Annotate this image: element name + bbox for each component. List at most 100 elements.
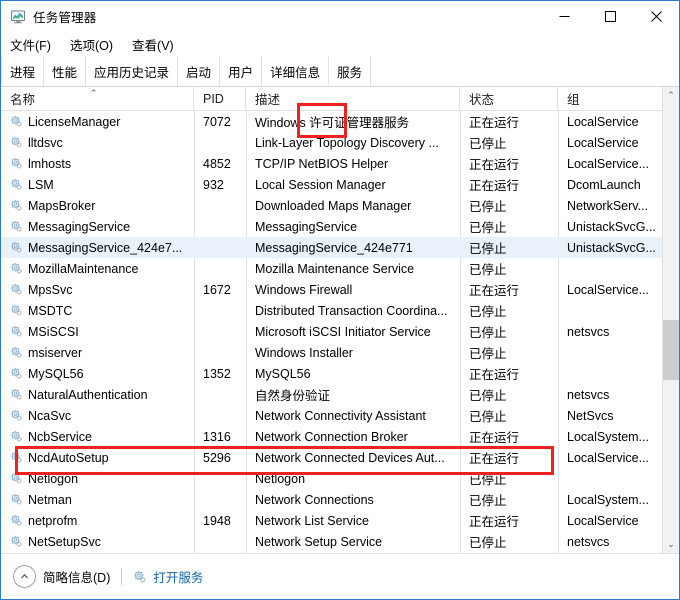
cell-pid bbox=[194, 300, 246, 321]
table-row[interactable]: MessagingService MessagingService 已停止 Unist… bbox=[1, 216, 679, 237]
cell-status: 正在运行 bbox=[469, 368, 520, 382]
cell-pid bbox=[194, 531, 246, 552]
table-row[interactable]: MSDTC Distributed Transaction Coordina...… bbox=[1, 300, 679, 321]
column-header-description[interactable]: 描述 bbox=[246, 87, 460, 110]
service-name-label: NaturalAuthentication bbox=[28, 387, 148, 402]
gear-icon bbox=[10, 178, 23, 191]
cell-status: 正在运行 bbox=[469, 179, 520, 193]
column-header-name[interactable]: 名称 ⌃ bbox=[1, 87, 194, 110]
service-name-label: NcaSvc bbox=[28, 408, 72, 423]
table-row[interactable]: MSiSCSI Microsoft iSCSI Initiator Service… bbox=[1, 321, 679, 342]
tab-users[interactable]: 用户 bbox=[220, 56, 263, 86]
table-row[interactable]: LSM 932 Local Session Manager 正在运行 DcomLaunc… bbox=[1, 174, 679, 195]
table-row[interactable]: netprofm 1948 Network List Service 正在运行 Loca… bbox=[1, 510, 679, 531]
tab-strip-container: 进程 性能 应用历史记录 启动 用户 详细信息 服务 bbox=[1, 56, 679, 138]
cell-description: Windows Installer bbox=[255, 345, 353, 360]
tab-details[interactable]: 详细信息 bbox=[262, 56, 330, 86]
tab-services[interactable]: 服务 bbox=[329, 56, 372, 86]
cell-status: 已停止 bbox=[469, 242, 507, 256]
vertical-scrollbar[interactable]: ⌃ ⌄ bbox=[662, 87, 679, 553]
cell-pid bbox=[194, 258, 246, 279]
service-name-label: MessagingService_424e7... bbox=[28, 240, 183, 255]
table-row[interactable]: lltdsvc Link-Layer Topology Discovery ...… bbox=[1, 132, 679, 153]
gear-icon bbox=[10, 283, 23, 296]
tab-app-history[interactable]: 应用历史记录 bbox=[86, 56, 179, 86]
service-name-label: Netman bbox=[28, 492, 72, 507]
column-header-pid[interactable]: PID bbox=[194, 87, 246, 110]
gear-icon bbox=[10, 430, 23, 443]
table-row[interactable]: msiserver Windows Installer 已停止 bbox=[1, 342, 679, 363]
service-name-label: lltdsvc bbox=[28, 135, 63, 150]
scrollbar-thumb[interactable] bbox=[662, 320, 679, 380]
table-row[interactable]: NcdAutoSetup 5296 Network Connected Device… bbox=[1, 447, 679, 468]
scroll-down-button[interactable]: ⌄ bbox=[663, 536, 680, 553]
cell-status: 已停止 bbox=[469, 305, 507, 319]
menu-view[interactable]: 查看(V) bbox=[132, 35, 174, 54]
table-row[interactable]: NetSetupSvc Network Setup Service 已停止 netsv… bbox=[1, 531, 679, 552]
table-row[interactable]: lmhosts 4852 TCP/IP NetBIOS Helper 正在运行 Loca… bbox=[1, 153, 679, 174]
cell-group: DcomLaunch bbox=[567, 177, 641, 192]
cell-group bbox=[558, 363, 664, 384]
cell-description: MessagingService bbox=[255, 219, 358, 234]
scroll-up-button[interactable]: ⌃ bbox=[663, 87, 680, 104]
menu-options[interactable]: 选项(O) bbox=[70, 35, 113, 54]
table-row[interactable]: NaturalAuthentication 自然身份验证 已停止 netsvcs bbox=[1, 384, 679, 405]
gear-icon bbox=[10, 493, 23, 506]
column-header-status[interactable]: 状态 bbox=[460, 87, 558, 110]
cell-status: 正在运行 bbox=[469, 116, 520, 130]
column-header-label: 名称 bbox=[10, 93, 36, 107]
service-name-label: MySQL56 bbox=[28, 366, 84, 381]
tab-processes[interactable]: 进程 bbox=[1, 56, 45, 86]
tab-performance[interactable]: 性能 bbox=[44, 56, 87, 86]
open-services-label: 打开服务 bbox=[153, 571, 204, 585]
table-row[interactable]: MozillaMaintenance Mozilla Maintenance Se… bbox=[1, 258, 679, 279]
table-row[interactable]: MpsSvc 1672 Windows Firewall 正在运行 LocalServi… bbox=[1, 279, 679, 300]
table-row[interactable]: Netman Network Connections 已停止 LocalSystem.… bbox=[1, 489, 679, 510]
scrollbar-track[interactable] bbox=[662, 104, 679, 536]
table-row[interactable]: LicenseManager 7072 Windows 许可证管理器服务 正在运行 Lo… bbox=[1, 111, 679, 132]
cell-status: 正在运行 bbox=[469, 515, 520, 529]
cell-pid: 1316 bbox=[203, 429, 231, 444]
fewer-details-button[interactable]: 简略信息(D) bbox=[13, 565, 110, 588]
table-row[interactable]: NcbService 1316 Network Connection Broker 正… bbox=[1, 426, 679, 447]
cell-pid bbox=[194, 384, 246, 405]
cell-service-name: msiserver bbox=[1, 342, 194, 363]
gear-icon bbox=[10, 157, 23, 170]
table-row[interactable]: MessagingService_424e7... MessagingServic… bbox=[1, 237, 679, 258]
column-header-group[interactable]: 组 bbox=[558, 87, 664, 110]
cell-status: 已停止 bbox=[469, 263, 507, 277]
cell-status: 已停止 bbox=[469, 410, 507, 424]
tab-label: 性能 bbox=[52, 65, 78, 80]
tab-startup[interactable]: 启动 bbox=[178, 56, 221, 86]
cell-status: 正在运行 bbox=[469, 284, 520, 298]
table-row[interactable]: Netlogon Netlogon 已停止 bbox=[1, 468, 679, 489]
sort-ascending-icon: ⌃ bbox=[90, 88, 98, 98]
cell-service-name: MessagingService bbox=[1, 216, 194, 237]
cell-service-name: LSM bbox=[1, 174, 194, 195]
cell-description: Netlogon bbox=[255, 471, 306, 486]
close-button[interactable] bbox=[633, 1, 679, 32]
tab-strip-filler bbox=[371, 56, 679, 86]
minimize-button[interactable] bbox=[541, 1, 587, 32]
service-name-label: MessagingService bbox=[28, 219, 131, 234]
cell-pid bbox=[194, 216, 246, 237]
gear-icon bbox=[10, 262, 23, 275]
table-row[interactable]: MapsBroker Downloaded Maps Manager 已停止 Netw… bbox=[1, 195, 679, 216]
table-body: LicenseManager 7072 Windows 许可证管理器服务 正在运行 Lo… bbox=[1, 111, 679, 553]
service-name-label: NcbService bbox=[28, 429, 92, 444]
title-bar[interactable]: 任务管理器 bbox=[1, 1, 679, 32]
cell-pid bbox=[194, 468, 246, 489]
cell-group: LocalService... bbox=[567, 156, 649, 171]
cell-service-name: MSDTC bbox=[1, 300, 194, 321]
table-row[interactable]: MySQL56 1352 MySQL56 正在运行 bbox=[1, 363, 679, 384]
table-row[interactable]: NcaSvc Network Connectivity Assistant 已停止 N… bbox=[1, 405, 679, 426]
maximize-button[interactable] bbox=[587, 1, 633, 32]
cell-description: Downloaded Maps Manager bbox=[255, 198, 412, 213]
tab-label: 用户 bbox=[228, 65, 254, 80]
cell-status: 已停止 bbox=[469, 389, 507, 403]
gear-icon bbox=[10, 115, 23, 128]
gear-icon bbox=[10, 346, 23, 359]
menu-file[interactable]: 文件(F) bbox=[10, 35, 51, 54]
open-services-button[interactable]: 打开服务 bbox=[133, 567, 203, 586]
cell-service-name: Netlogon bbox=[1, 468, 194, 489]
